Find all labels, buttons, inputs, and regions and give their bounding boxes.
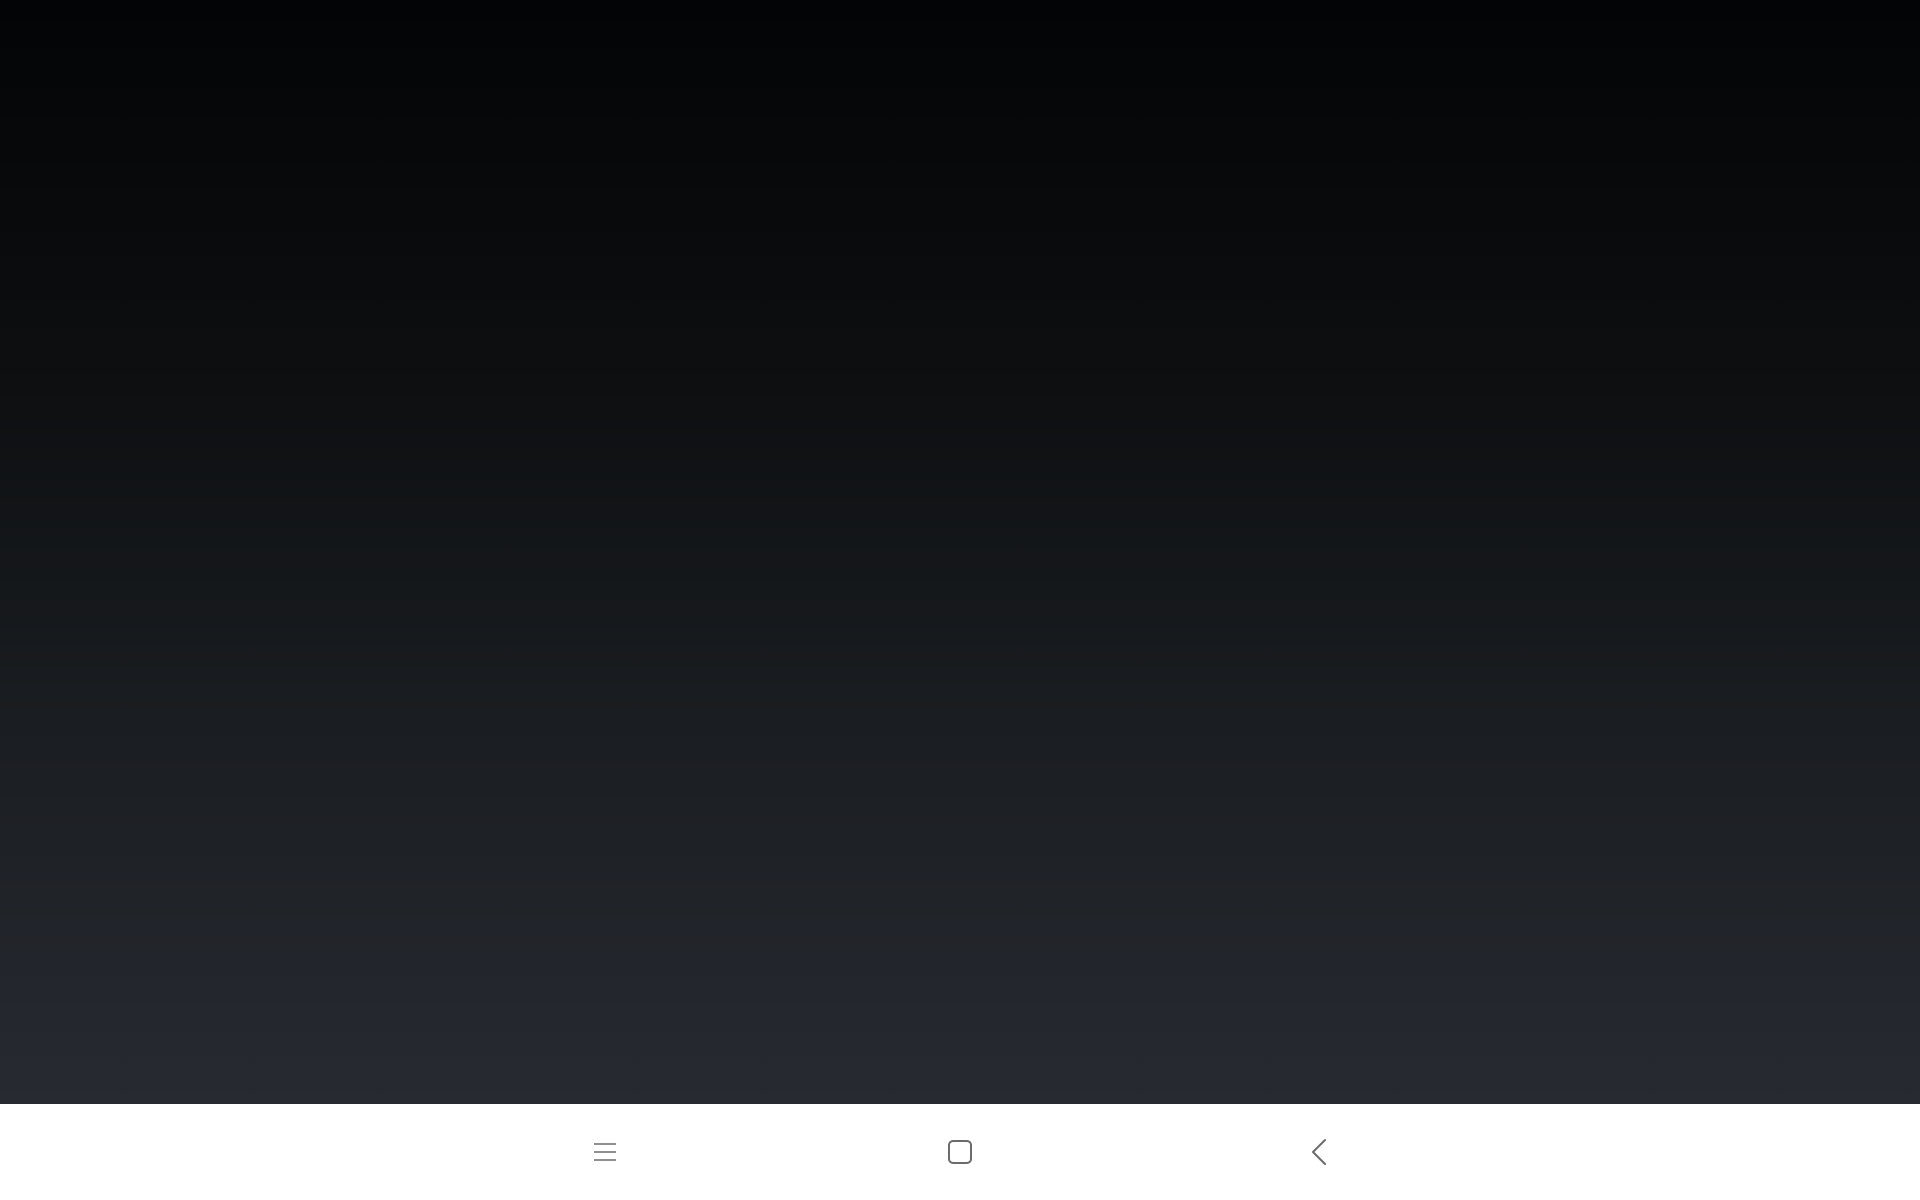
back-icon — [1310, 1138, 1328, 1166]
back-button[interactable] — [1259, 1104, 1379, 1200]
home-icon — [947, 1139, 973, 1165]
menu-button[interactable] — [545, 1104, 665, 1200]
menu-icon — [593, 1141, 617, 1163]
navigation-bar — [0, 1104, 1920, 1200]
app-content-area — [0, 0, 1920, 1104]
screen — [0, 0, 1920, 1200]
home-button[interactable] — [900, 1104, 1020, 1200]
